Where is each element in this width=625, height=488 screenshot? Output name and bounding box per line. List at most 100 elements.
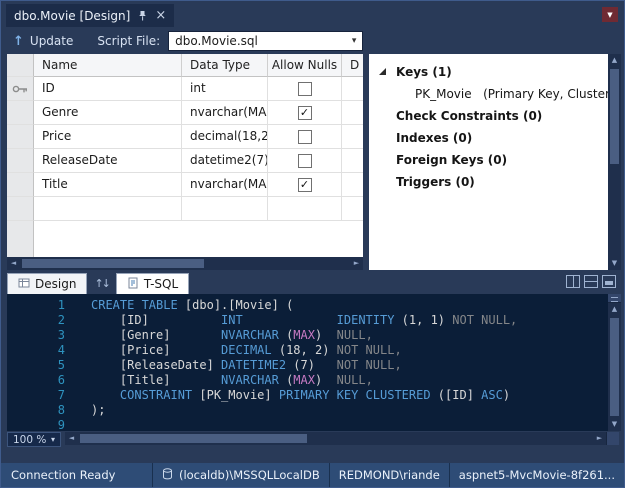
column-name-cell[interactable]: ID bbox=[34, 77, 182, 101]
splitter-grip-icon[interactable] bbox=[608, 294, 621, 303]
table-row[interactable]: Titlenvarchar(MAX) ✓ bbox=[7, 173, 363, 197]
table-row[interactable]: Genrenvarchar(MAX) ✓ bbox=[7, 101, 363, 125]
pin-icon[interactable] bbox=[137, 10, 148, 22]
zoom-control[interactable]: 100 % ▾ bbox=[7, 432, 61, 447]
table-row[interactable]: IDint bbox=[7, 77, 363, 101]
allow-nulls-cell[interactable]: ✓ bbox=[268, 101, 342, 125]
scroll-down-arrow-icon[interactable]: ▼ bbox=[608, 257, 621, 270]
tree-item[interactable]: PK_Movie (Primary Key, Clustered: I bbox=[369, 83, 608, 105]
expand-arrow-icon[interactable] bbox=[379, 68, 386, 75]
row-selector[interactable] bbox=[7, 125, 34, 149]
row-selector[interactable] bbox=[7, 101, 34, 125]
allow-nulls-cell[interactable] bbox=[268, 149, 342, 173]
scroll-up-arrow-icon[interactable]: ▲ bbox=[608, 303, 621, 316]
default-cell[interactable] bbox=[342, 197, 363, 221]
allow-nulls-cell[interactable] bbox=[268, 197, 342, 221]
allow-nulls-checkbox[interactable]: ✓ bbox=[298, 106, 312, 120]
editor-vertical-scrollbar[interactable]: ▲ ▼ bbox=[608, 294, 621, 431]
tsql-code-editor[interactable]: 1CREATE TABLE [dbo].[Movie] (2 [ID] INT … bbox=[7, 294, 608, 431]
tree-item[interactable]: Keys (1) bbox=[369, 61, 608, 83]
tree-item-label: Check Constraints (0) bbox=[396, 109, 542, 123]
script-file-combobox[interactable]: dbo.Movie.sql ▾ bbox=[168, 31, 363, 51]
grid-horizontal-scrollbar[interactable]: ◄ ► bbox=[7, 257, 363, 270]
scrollbar-thumb[interactable] bbox=[80, 434, 307, 443]
tree-item[interactable]: Triggers (0) bbox=[369, 171, 608, 193]
column-name-cell[interactable]: ReleaseDate bbox=[34, 149, 182, 173]
scroll-left-arrow-icon[interactable]: ◄ bbox=[65, 432, 78, 445]
tab-list-dropdown-button[interactable]: ▼ bbox=[602, 7, 618, 22]
allow-nulls-checkbox[interactable] bbox=[298, 154, 312, 168]
scrollbar-thumb[interactable] bbox=[610, 69, 619, 164]
default-cell[interactable] bbox=[342, 149, 363, 173]
tree-item[interactable]: Check Constraints (0) bbox=[369, 105, 608, 127]
code-line: 3 [Genre] NVARCHAR (MAX) NULL, bbox=[7, 328, 608, 343]
column-name-cell[interactable] bbox=[34, 197, 182, 221]
allow-nulls-cell[interactable] bbox=[268, 125, 342, 149]
tab-tsql[interactable]: T-SQL bbox=[116, 273, 189, 294]
allow-nulls-cell[interactable]: ✓ bbox=[268, 173, 342, 197]
panel-vertical-scrollbar[interactable]: ▲ ▼ bbox=[608, 54, 621, 270]
update-button[interactable]: ↑ Update bbox=[11, 32, 81, 51]
scrollbar-track[interactable] bbox=[78, 432, 593, 445]
data-type-cell[interactable]: nvarchar(MAX) bbox=[182, 173, 268, 197]
scroll-right-arrow-icon[interactable]: ► bbox=[593, 432, 606, 445]
scroll-right-arrow-icon[interactable]: ► bbox=[350, 257, 363, 270]
expand-pane-icon[interactable] bbox=[602, 275, 616, 288]
split-horizontal-icon[interactable] bbox=[584, 275, 598, 288]
keys-panel: Keys (1)PK_Movie (Primary Key, Clustered… bbox=[369, 54, 608, 270]
allow-nulls-cell[interactable] bbox=[268, 77, 342, 101]
table-row[interactable] bbox=[7, 197, 363, 221]
status-user-label: REDMOND\riande bbox=[339, 468, 440, 482]
editor-horizontal-scrollbar[interactable]: ◄ ► bbox=[65, 432, 619, 445]
data-type-cell[interactable]: int bbox=[182, 77, 268, 101]
scroll-up-arrow-icon[interactable]: ▲ bbox=[608, 54, 621, 67]
default-cell[interactable] bbox=[342, 173, 363, 197]
status-database[interactable]: aspnet5-MvcMovie-8f261... bbox=[449, 463, 624, 487]
table-row[interactable]: Pricedecimal(18,2) bbox=[7, 125, 363, 149]
scrollbar-track[interactable] bbox=[20, 257, 350, 270]
allow-nulls-checkbox[interactable]: ✓ bbox=[298, 178, 312, 192]
scrollbar-thumb[interactable] bbox=[22, 259, 204, 268]
row-selector[interactable] bbox=[7, 149, 34, 173]
data-type-cell[interactable] bbox=[182, 197, 268, 221]
tab-dbo-movie-design[interactable]: dbo.Movie [Design] × bbox=[6, 4, 174, 27]
scrollbar-thumb[interactable] bbox=[610, 318, 619, 416]
row-selector[interactable] bbox=[7, 197, 34, 221]
data-type-cell[interactable]: datetime2(7) bbox=[182, 149, 268, 173]
tree: Keys (1)PK_Movie (Primary Key, Clustered… bbox=[369, 61, 608, 193]
split-vertical-icon[interactable] bbox=[566, 275, 580, 288]
tree-item-label: Foreign Keys (0) bbox=[396, 153, 507, 167]
tree-item[interactable]: Foreign Keys (0) bbox=[369, 149, 608, 171]
tree-item[interactable]: Indexes (0) bbox=[369, 127, 608, 149]
default-cell[interactable] bbox=[342, 77, 363, 101]
chevron-down-icon[interactable]: ▾ bbox=[346, 36, 362, 46]
column-name-cell[interactable]: Genre bbox=[34, 101, 182, 125]
allow-nulls-checkbox[interactable] bbox=[298, 82, 312, 96]
primary-key-icon[interactable] bbox=[7, 77, 34, 101]
column-header[interactable]: Name bbox=[34, 54, 182, 77]
data-type-cell[interactable]: decimal(18,2) bbox=[182, 125, 268, 149]
column-name-cell[interactable]: Title bbox=[34, 173, 182, 197]
column-header[interactable]: Data Type bbox=[182, 54, 268, 77]
scroll-left-arrow-icon[interactable]: ◄ bbox=[7, 257, 20, 270]
scroll-down-arrow-icon[interactable]: ▼ bbox=[608, 418, 621, 431]
column-name-cell[interactable]: Price bbox=[34, 125, 182, 149]
tab-design-label: Design bbox=[35, 277, 76, 291]
row-selector[interactable] bbox=[7, 173, 34, 197]
table-row[interactable]: ReleaseDatedatetime2(7) bbox=[7, 149, 363, 173]
status-user[interactable]: REDMOND\riande bbox=[329, 463, 449, 487]
update-button-label: Update bbox=[30, 34, 73, 48]
close-icon[interactable]: × bbox=[155, 10, 166, 22]
default-cell[interactable] bbox=[342, 101, 363, 125]
default-cell[interactable] bbox=[342, 125, 363, 149]
code-line: 5 [ReleaseDate] DATETIME2 (7) NOT NULL, bbox=[7, 358, 608, 373]
grid-rows: IDintGenrenvarchar(MAX)✓Pricedecimal(18,… bbox=[7, 77, 363, 221]
column-header[interactable]: Allow Nulls bbox=[268, 54, 342, 77]
allow-nulls-checkbox[interactable] bbox=[298, 130, 312, 144]
data-type-cell[interactable]: nvarchar(MAX) bbox=[182, 101, 268, 125]
swap-panes-icon[interactable]: ↑↓ bbox=[89, 273, 113, 294]
grid-corner-cell[interactable] bbox=[7, 54, 34, 77]
column-header[interactable]: D bbox=[342, 54, 363, 77]
tab-design[interactable]: Design bbox=[7, 273, 87, 294]
status-server[interactable]: (localdb)\MSSQLLocalDB bbox=[152, 463, 329, 487]
